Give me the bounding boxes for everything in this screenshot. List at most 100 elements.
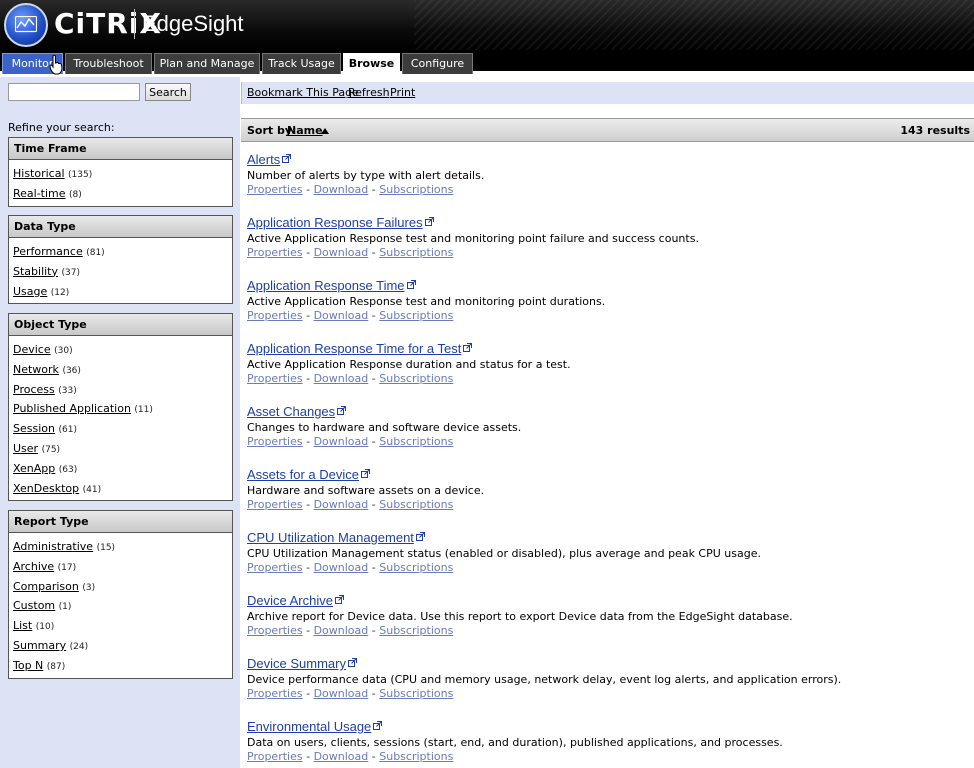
subscriptions-link[interactable]: Subscriptions [379,750,453,763]
subscriptions-link[interactable]: Subscriptions [379,435,453,448]
facet-item: Administrative (15) [13,537,232,557]
result-title-link[interactable]: Alerts [247,152,280,167]
properties-link[interactable]: Properties [247,309,303,322]
facet-link-archive[interactable]: Archive [13,560,54,573]
facet-link-xendesktop[interactable]: XenDesktop [13,482,79,495]
download-link[interactable]: Download [314,309,369,322]
facet-link-top-n[interactable]: Top N [13,659,43,672]
external-link-icon[interactable] [424,217,434,226]
bookmark-page-link[interactable]: Bookmark This Page [247,86,359,99]
result-title-link[interactable]: Application Response Failures [247,215,423,230]
facet-link-administrative[interactable]: Administrative [13,540,93,553]
facet-link-performance[interactable]: Performance [13,245,83,258]
properties-link[interactable]: Properties [247,687,303,700]
facet-object-type: Object Type Device (30) Network (36) Pro… [8,313,233,502]
result-title-link[interactable]: Assets for a Device [247,467,359,482]
external-link-icon[interactable] [463,343,473,352]
external-link-icon[interactable] [347,658,357,667]
link-separator: - [371,624,376,637]
result-description: Data on users, clients, sessions (start,… [247,736,783,749]
tab-browse[interactable]: Browse [343,53,400,75]
subscriptions-link[interactable]: Subscriptions [379,246,453,259]
properties-link[interactable]: Properties [247,624,303,637]
external-link-icon[interactable] [337,406,347,415]
external-link-icon[interactable] [415,532,425,541]
facet-link-published-application[interactable]: Published Application [13,402,131,415]
facet-link-user[interactable]: User [13,442,38,455]
download-link[interactable]: Download [314,687,369,700]
result-title-link[interactable]: Application Response Time [247,278,405,293]
properties-link[interactable]: Properties [247,750,303,763]
search-input[interactable] [8,83,140,101]
tab-track-usage[interactable]: Track Usage [262,53,341,74]
facet-link-network[interactable]: Network [13,363,59,376]
facet-count: (10) [35,622,55,633]
facet-data-type: Data Type Performance (81) Stability (37… [8,215,233,305]
facet-link-process[interactable]: Process [13,383,55,396]
app-header: CiTRiX EdgeSight [0,0,974,50]
external-link-icon[interactable] [282,154,292,163]
result-item: Environmental Usage Data on users, clien… [247,719,967,768]
facet-link-session[interactable]: Session [13,422,55,435]
facet-link-comparison[interactable]: Comparison [13,580,79,593]
external-link-icon[interactable] [406,280,416,289]
properties-link[interactable]: Properties [247,498,303,511]
download-link[interactable]: Download [314,624,369,637]
properties-link[interactable]: Properties [247,183,303,196]
subscriptions-link[interactable]: Subscriptions [379,372,453,385]
result-title-link[interactable]: Asset Changes [247,404,335,419]
result-item: Application Response Time Active Applica… [247,278,967,341]
tab-plan-and-manage[interactable]: Plan and Manage [154,53,260,74]
result-title-link[interactable]: Device Summary [247,656,346,671]
properties-link[interactable]: Properties [247,561,303,574]
download-link[interactable]: Download [314,750,369,763]
download-link[interactable]: Download [314,246,369,259]
facet-link-list[interactable]: List [13,619,32,632]
external-link-icon[interactable] [373,721,383,730]
search-button[interactable]: Search [145,83,191,101]
facet-count: (1) [58,602,72,613]
subscriptions-link[interactable]: Subscriptions [379,498,453,511]
result-description: Number of alerts by type with alert deta… [247,169,485,182]
facet-link-custom[interactable]: Custom [13,599,55,612]
facet-count: (8) [69,189,82,200]
result-title-link[interactable]: Device Archive [247,593,333,608]
facet-link-stability[interactable]: Stability [13,265,58,278]
refresh-link[interactable]: Refresh [348,86,390,99]
print-link[interactable]: Print [390,86,415,99]
properties-link[interactable]: Properties [247,372,303,385]
facet-link-xenapp[interactable]: XenApp [13,462,55,475]
tab-configure[interactable]: Configure [402,53,473,74]
facet-link-device[interactable]: Device [13,343,51,356]
download-link[interactable]: Download [314,435,369,448]
tab-troubleshoot[interactable]: Troubleshoot [65,53,152,74]
result-title-link[interactable]: Environmental Usage [247,719,371,734]
facet-link-summary[interactable]: Summary [13,639,66,652]
result-title-link[interactable]: CPU Utilization Management [247,530,414,545]
subscriptions-link[interactable]: Subscriptions [379,561,453,574]
subscriptions-link[interactable]: Subscriptions [379,687,453,700]
properties-link[interactable]: Properties [247,246,303,259]
result-title-link[interactable]: Application Response Time for a Test [247,341,461,356]
subscriptions-link[interactable]: Subscriptions [379,309,453,322]
result-item: Application Response Time for a Test Act… [247,341,967,404]
facet-count: (12) [50,287,70,298]
download-link[interactable]: Download [314,183,369,196]
facet-link-historical[interactable]: Historical [13,167,65,180]
refine-search-label: Refine your search: [8,121,115,134]
subscriptions-link[interactable]: Subscriptions [379,624,453,637]
external-link-icon[interactable] [361,469,370,478]
facet-link-usage[interactable]: Usage [13,285,47,298]
download-link[interactable]: Download [314,372,369,385]
results-count: 143 results [900,124,970,137]
properties-link[interactable]: Properties [247,435,303,448]
download-link[interactable]: Download [314,561,369,574]
subscriptions-link[interactable]: Subscriptions [379,183,453,196]
link-separator: - [306,246,311,259]
result-item: CPU Utilization Management CPU Utilizati… [247,530,967,593]
facet-link-real-time[interactable]: Real-time [13,187,66,200]
link-separator: - [371,750,376,763]
sort-by-name-link[interactable]: Name [287,124,323,137]
download-link[interactable]: Download [314,498,369,511]
external-link-icon[interactable] [334,595,344,604]
